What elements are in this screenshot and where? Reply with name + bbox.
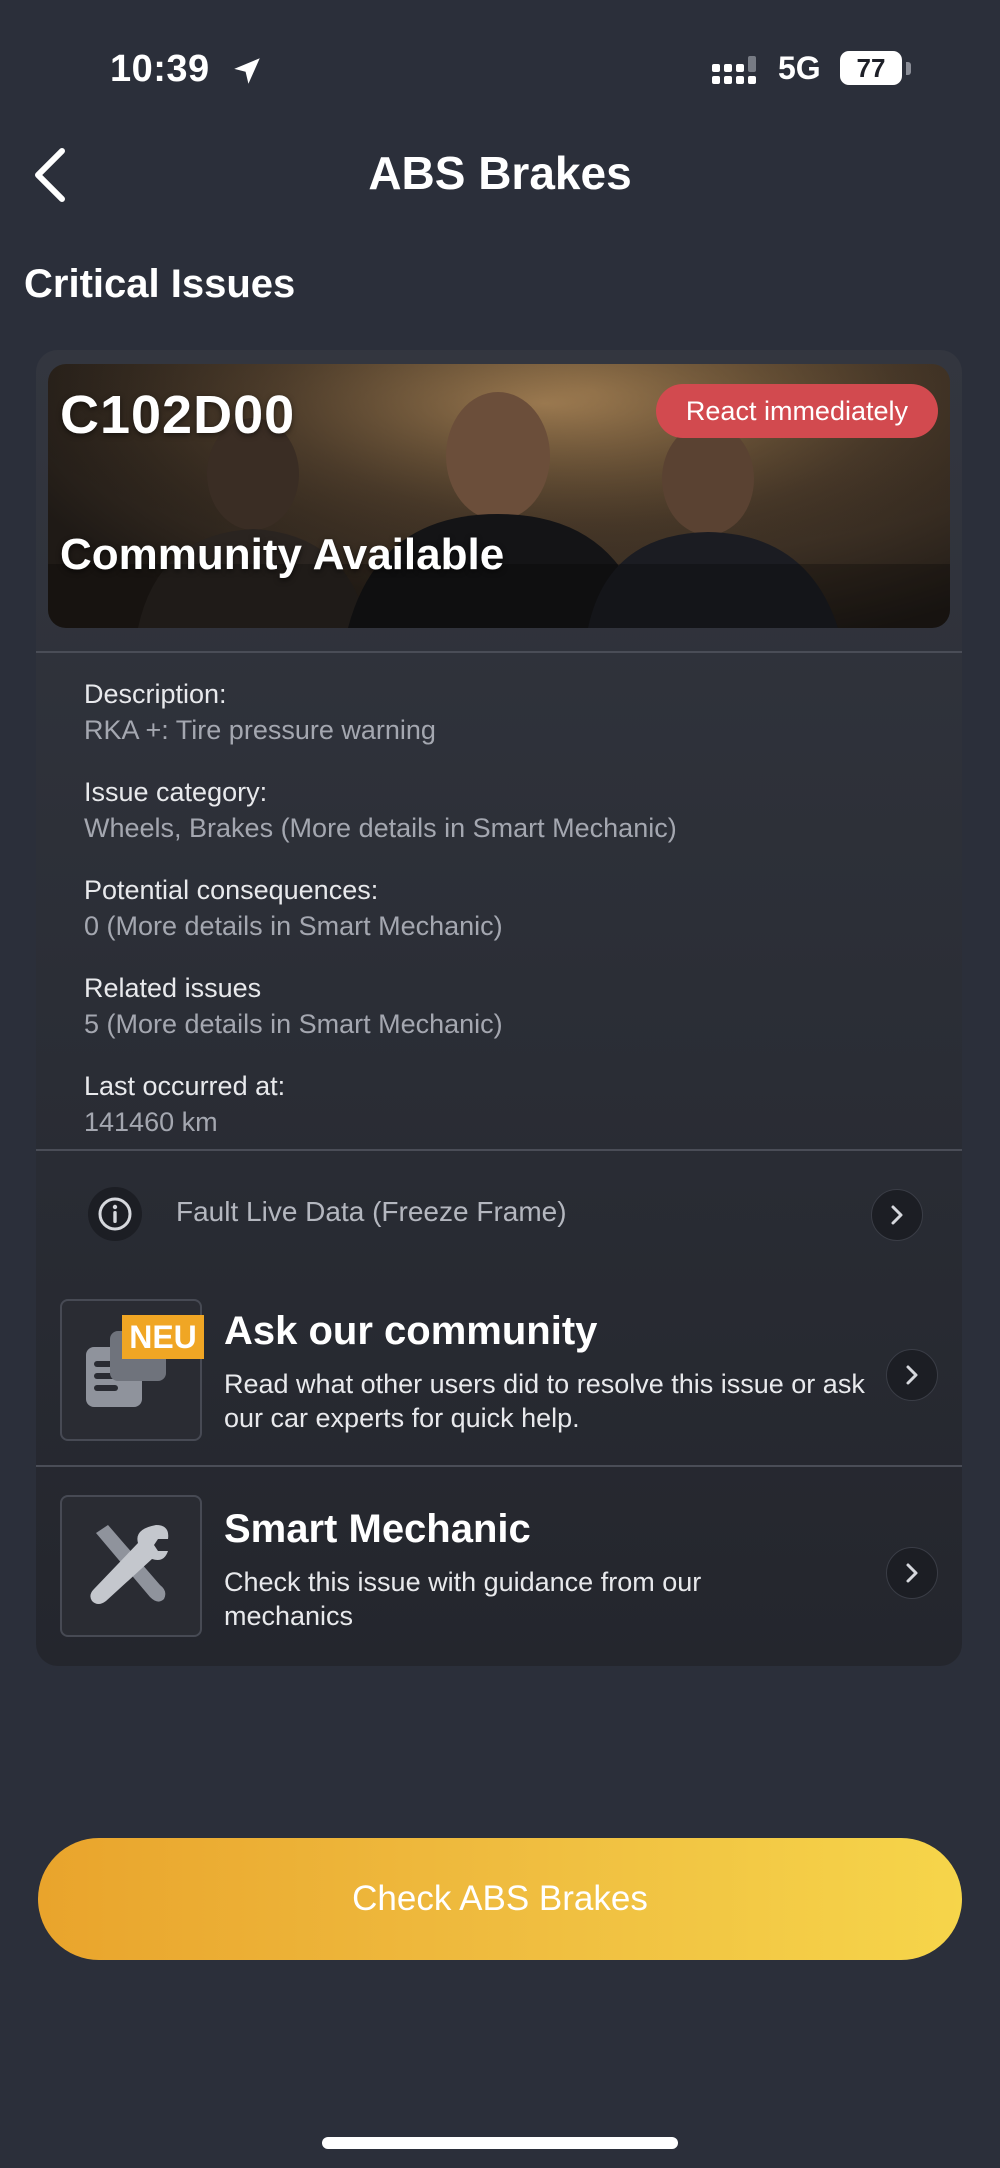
status-time: 10:39 [110, 48, 210, 90]
battery-icon: 77 [840, 51, 902, 85]
signal-icon [712, 56, 756, 84]
detail-label: Potential consequences: [84, 875, 379, 905]
issue-card: C102D00 React immediately Community Avai… [36, 350, 962, 1666]
detail-last-occurred: Last occurred at: 141460 km [84, 1068, 924, 1140]
detail-value: 0 (More details in Smart Mechanic) [84, 911, 503, 941]
section-title: Critical Issues [24, 262, 296, 306]
status-bar: 10:39 5G 77 [0, 0, 1000, 140]
smart-mechanic-description: Check this issue with guidance from our … [224, 1567, 702, 1631]
battery-level: 77 [856, 53, 886, 83]
detail-value: RKA +: Tire pressure warning [84, 715, 436, 745]
ask-community-row[interactable]: NEU Ask our community Read what other us… [36, 1277, 962, 1473]
detail-consequences: Potential consequences: 0 (More details … [84, 872, 924, 944]
home-indicator[interactable] [322, 2137, 678, 2149]
detail-value: 5 (More details in Smart Mechanic) [84, 1009, 503, 1039]
cta-label: Check ABS Brakes [352, 1879, 648, 1918]
location-arrow-icon [234, 58, 260, 84]
detail-description: Description: RKA +: Tire pressure warnin… [84, 676, 924, 748]
issue-code: C102D00 [60, 385, 296, 445]
page-title: ABS Brakes [368, 147, 632, 199]
detail-label: Related issues [84, 973, 262, 1003]
detail-value: 141460 km [84, 1107, 218, 1137]
detail-label: Description: [84, 679, 227, 709]
wrench-screwdriver-icon [90, 1525, 169, 1604]
battery-tip [906, 62, 911, 75]
divider [36, 651, 962, 653]
issue-hero-banner[interactable]: C102D00 React immediately Community Avai… [48, 364, 950, 628]
new-badge: NEU [122, 1315, 204, 1359]
detail-value: Wheels, Brakes (More details in Smart Me… [84, 813, 677, 843]
community-available-label: Community Available [60, 530, 505, 579]
mechanic-tile [60, 1495, 202, 1637]
severity-badge: React immediately [655, 384, 938, 438]
smart-mechanic-title: Smart Mechanic [224, 1507, 531, 1551]
community-tile: NEU [60, 1299, 204, 1441]
freeze-frame-row[interactable]: Fault Live Data (Freeze Frame) [36, 1151, 962, 1277]
detail-label: Issue category: [84, 777, 268, 807]
detail-label: Last occurred at: [84, 1071, 286, 1101]
chevron-right-icon [886, 1547, 938, 1599]
freeze-frame-label: Fault Live Data (Freeze Frame) [176, 1196, 567, 1227]
smart-mechanic-row[interactable]: Smart Mechanic Check this issue with gui… [36, 1467, 962, 1663]
detail-category: Issue category: Wheels, Brakes (More det… [84, 774, 924, 846]
chevron-right-icon [886, 1349, 938, 1401]
community-title: Ask our community [224, 1309, 598, 1353]
detail-related-issues: Related issues 5 (More details in Smart … [84, 970, 924, 1042]
chevron-right-icon [871, 1189, 923, 1241]
issue-details: Description: RKA +: Tire pressure warnin… [84, 676, 924, 1166]
network-type: 5G [778, 50, 821, 86]
info-circle-icon [88, 1187, 142, 1241]
community-description: Read what other users did to resolve thi… [224, 1369, 865, 1433]
check-abs-brakes-button[interactable]: Check ABS Brakes [38, 1838, 962, 1960]
